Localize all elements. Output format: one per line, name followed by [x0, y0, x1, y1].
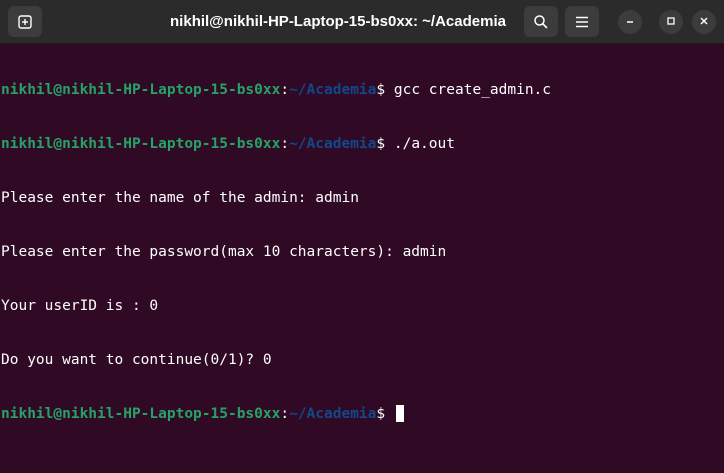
menu-button[interactable] [565, 6, 599, 37]
terminal-line: nikhil@nikhil-HP-Laptop-15-bs0xx:~/Acade… [1, 135, 723, 153]
new-tab-button[interactable] [8, 6, 42, 37]
terminal-line: nikhil@nikhil-HP-Laptop-15-bs0xx:~/Acade… [1, 81, 723, 99]
prompt-user-host: nikhil@nikhil-HP-Laptop-15-bs0xx [1, 82, 281, 98]
minimize-button[interactable] [618, 10, 642, 34]
new-tab-icon [17, 14, 33, 30]
maximize-button[interactable] [659, 10, 683, 34]
prompt-user-host: nikhil@nikhil-HP-Laptop-15-bs0xx [1, 136, 281, 152]
prompt-path: ~/Academia [289, 406, 377, 422]
prompt-symbol: $ [376, 136, 386, 152]
search-icon [533, 14, 549, 30]
terminal-line: Your userID is : 0 [1, 297, 723, 315]
prompt-symbol: $ [376, 406, 386, 422]
terminal-line: Please enter the name of the admin: admi… [1, 189, 723, 207]
output-text: Please enter the name of the admin: admi… [1, 190, 359, 206]
hamburger-menu-icon [575, 16, 589, 28]
close-button[interactable] [692, 10, 716, 34]
prompt-separator: : [280, 82, 290, 98]
close-icon [699, 13, 709, 31]
window-title: nikhil@nikhil-HP-Laptop-15-bs0xx: ~/Acad… [170, 13, 506, 30]
terminal-line: Please enter the password(max 10 charact… [1, 243, 723, 261]
terminal-line: Do you want to continue(0/1)? 0 [1, 351, 723, 369]
minimize-icon [625, 13, 635, 31]
output-text: Please enter the password(max 10 charact… [1, 244, 447, 260]
prompt-symbol: $ [376, 82, 386, 98]
maximize-icon [666, 13, 676, 31]
command-text: gcc create_admin.c [385, 82, 552, 98]
terminal-line: nikhil@nikhil-HP-Laptop-15-bs0xx:~/Acade… [1, 405, 723, 423]
terminal-output[interactable]: nikhil@nikhil-HP-Laptop-15-bs0xx:~/Acade… [1, 45, 723, 473]
command-text [385, 406, 394, 422]
command-text: ./a.out [385, 136, 455, 152]
search-button[interactable] [524, 6, 558, 37]
prompt-path: ~/Academia [289, 136, 377, 152]
titlebar: nikhil@nikhil-HP-Laptop-15-bs0xx: ~/Acad… [0, 0, 724, 44]
output-text: Your userID is : 0 [1, 298, 159, 314]
prompt-path: ~/Academia [289, 82, 377, 98]
terminal-window: nikhil@nikhil-HP-Laptop-15-bs0xx: ~/Acad… [0, 0, 724, 473]
output-text: Do you want to continue(0/1)? 0 [1, 352, 272, 368]
prompt-separator: : [280, 136, 290, 152]
prompt-user-host: nikhil@nikhil-HP-Laptop-15-bs0xx [1, 406, 281, 422]
prompt-separator: : [280, 406, 290, 422]
text-cursor [395, 405, 404, 422]
